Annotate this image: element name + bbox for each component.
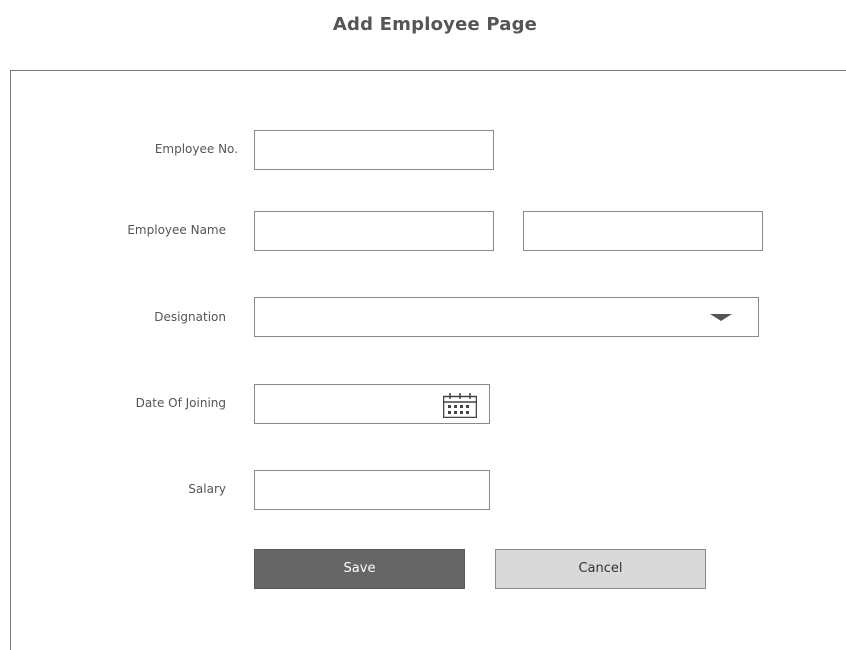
employee-no-input[interactable] (254, 130, 494, 170)
chevron-down-icon[interactable] (710, 314, 732, 321)
designation-select[interactable] (254, 297, 759, 337)
save-button[interactable]: Save (254, 549, 465, 589)
designation-label: Designation (154, 310, 226, 324)
date-of-joining-input[interactable] (254, 384, 490, 424)
date-of-joining-label: Date Of Joining (135, 396, 226, 410)
employee-name-label: Employee Name (127, 223, 226, 237)
cancel-button[interactable]: Cancel (495, 549, 706, 589)
employee-no-label: Employee No. (154, 142, 238, 156)
calendar-icon[interactable] (443, 392, 477, 418)
page-title: Add Employee Page (332, 14, 538, 35)
employee-first-name-input[interactable] (254, 211, 494, 251)
salary-label: Salary (188, 482, 226, 496)
employee-last-name-input[interactable] (523, 211, 763, 251)
salary-input[interactable] (254, 470, 490, 510)
